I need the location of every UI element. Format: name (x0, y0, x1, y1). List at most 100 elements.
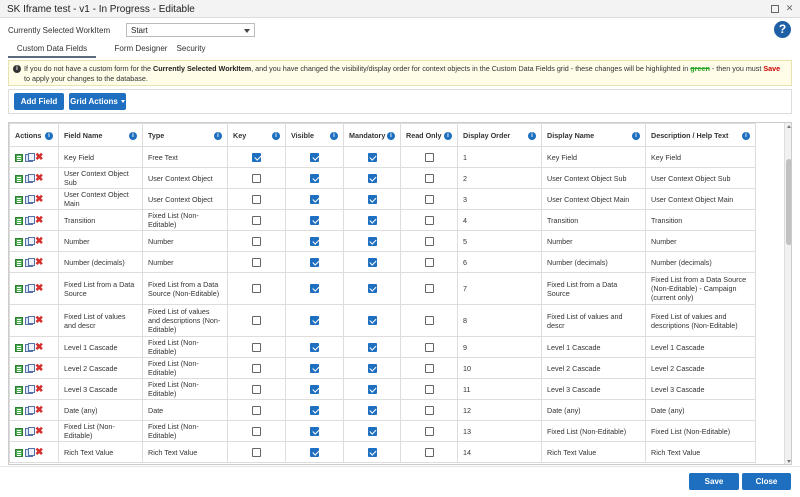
read-only-checkbox[interactable] (424, 257, 434, 267)
column-info-icon[interactable]: i (214, 131, 222, 140)
close-button[interactable]: Close (742, 473, 791, 490)
key-checkbox[interactable] (252, 363, 261, 373)
copy-icon[interactable] (25, 194, 35, 204)
edit-icon[interactable] (15, 343, 23, 352)
delete-icon[interactable]: ✖ (35, 447, 43, 457)
read-only-checkbox[interactable] (424, 236, 434, 246)
key-checkbox[interactable] (252, 342, 261, 352)
key-checkbox[interactable] (252, 405, 261, 415)
column-header-mandatory[interactable]: Mandatory i (343, 123, 401, 147)
save-button[interactable]: Save (689, 473, 739, 490)
copy-icon[interactable] (25, 152, 35, 162)
column-header-key[interactable]: Key i (227, 123, 286, 147)
scroll-up-icon[interactable] (787, 125, 791, 128)
copy-icon[interactable] (25, 236, 35, 246)
key-checkbox[interactable] (252, 215, 261, 225)
edit-icon[interactable] (15, 216, 23, 225)
tab-security[interactable]: Security (168, 42, 214, 58)
add-field-button[interactable]: Add Field (14, 93, 64, 110)
delete-icon[interactable]: ✖ (35, 257, 43, 267)
vertical-scrollbar[interactable] (784, 123, 791, 464)
edit-icon[interactable] (15, 153, 23, 162)
read-only-checkbox[interactable] (424, 194, 434, 204)
maximize-icon[interactable] (770, 4, 779, 13)
visible-checkbox[interactable] (310, 384, 319, 394)
column-info-icon[interactable]: i (272, 131, 280, 140)
read-only-checkbox[interactable] (424, 152, 434, 162)
edit-icon[interactable] (15, 427, 23, 436)
mandatory-checkbox[interactable] (367, 426, 377, 436)
mandatory-checkbox[interactable] (367, 215, 377, 225)
mandatory-checkbox[interactable] (367, 257, 377, 267)
mandatory-checkbox[interactable] (367, 152, 377, 162)
key-checkbox[interactable] (252, 257, 261, 267)
key-checkbox[interactable] (252, 152, 261, 162)
edit-icon[interactable] (15, 448, 23, 457)
edit-icon[interactable] (15, 237, 23, 246)
column-info-icon[interactable]: i (444, 131, 452, 140)
column-info-icon[interactable]: i (742, 131, 750, 140)
key-checkbox[interactable] (252, 284, 261, 294)
mandatory-checkbox[interactable] (367, 447, 377, 457)
delete-icon[interactable]: ✖ (35, 342, 43, 352)
key-checkbox[interactable] (252, 194, 261, 204)
column-header-field-name[interactable]: Field Name i (58, 123, 143, 147)
column-info-icon[interactable]: i (387, 131, 395, 140)
delete-icon[interactable]: ✖ (35, 284, 43, 294)
copy-icon[interactable] (25, 405, 35, 415)
column-info-icon[interactable]: i (528, 131, 536, 140)
read-only-checkbox[interactable] (424, 447, 434, 457)
visible-checkbox[interactable] (310, 316, 319, 326)
read-only-checkbox[interactable] (424, 405, 434, 415)
copy-icon[interactable] (25, 363, 35, 373)
visible-checkbox[interactable] (310, 447, 319, 457)
visible-checkbox[interactable] (310, 405, 319, 415)
mandatory-checkbox[interactable] (367, 342, 377, 352)
key-checkbox[interactable] (252, 316, 261, 326)
tab-custom-data-fields[interactable]: Custom Data Fields (8, 42, 96, 58)
edit-icon[interactable] (15, 195, 23, 204)
read-only-checkbox[interactable] (424, 284, 434, 294)
visible-checkbox[interactable] (310, 284, 319, 294)
visible-checkbox[interactable] (310, 173, 319, 183)
read-only-checkbox[interactable] (424, 342, 434, 352)
visible-checkbox[interactable] (310, 215, 319, 225)
key-checkbox[interactable] (252, 384, 261, 394)
column-info-icon[interactable]: i (129, 131, 137, 140)
mandatory-checkbox[interactable] (367, 384, 377, 394)
column-header-display-order[interactable]: Display Order i (457, 123, 542, 147)
visible-checkbox[interactable] (310, 426, 319, 436)
delete-icon[interactable]: ✖ (35, 405, 43, 415)
help-icon[interactable]: ? (774, 21, 791, 38)
edit-icon[interactable] (15, 317, 23, 326)
column-info-icon[interactable]: i (632, 131, 640, 140)
visible-checkbox[interactable] (310, 236, 319, 246)
column-info-icon[interactable]: i (45, 131, 53, 140)
column-header-read-only[interactable]: Read Only i (400, 123, 458, 147)
mandatory-checkbox[interactable] (367, 173, 377, 183)
edit-icon[interactable] (15, 406, 23, 415)
visible-checkbox[interactable] (310, 363, 319, 373)
read-only-checkbox[interactable] (424, 426, 434, 436)
edit-icon[interactable] (15, 174, 23, 183)
visible-checkbox[interactable] (310, 194, 319, 204)
copy-icon[interactable] (25, 316, 35, 326)
copy-icon[interactable] (25, 447, 35, 457)
delete-icon[interactable]: ✖ (35, 236, 43, 246)
copy-icon[interactable] (25, 215, 35, 225)
read-only-checkbox[interactable] (424, 363, 434, 373)
edit-icon[interactable] (15, 364, 23, 373)
delete-icon[interactable]: ✖ (35, 384, 43, 394)
column-header-description[interactable]: Description / Help Text i (645, 123, 756, 147)
visible-checkbox[interactable] (310, 257, 319, 267)
key-checkbox[interactable] (252, 173, 261, 183)
copy-icon[interactable] (25, 284, 35, 294)
edit-icon[interactable] (15, 285, 23, 294)
mandatory-checkbox[interactable] (367, 236, 377, 246)
delete-icon[interactable]: ✖ (35, 173, 43, 183)
visible-checkbox[interactable] (310, 152, 319, 162)
mandatory-checkbox[interactable] (367, 194, 377, 204)
copy-icon[interactable] (25, 342, 35, 352)
key-checkbox[interactable] (252, 236, 261, 246)
mandatory-checkbox[interactable] (367, 405, 377, 415)
